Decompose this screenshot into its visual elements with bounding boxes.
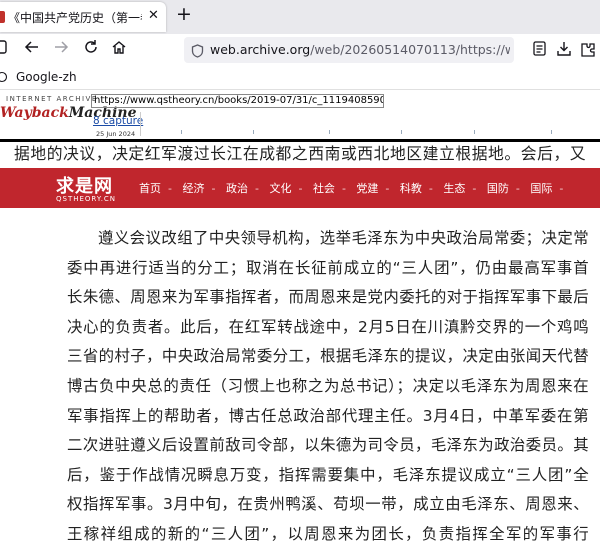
close-tab-icon[interactable]: ✕ xyxy=(148,8,159,23)
nav-science[interactable]: 科教 xyxy=(400,182,422,195)
sidebar-icon[interactable] xyxy=(0,39,8,59)
bookmark-google-zh[interactable]: Google-zh xyxy=(0,70,77,84)
download-icon[interactable] xyxy=(556,41,572,61)
globe-icon xyxy=(0,71,8,83)
nav-party[interactable]: 党建 xyxy=(356,182,378,195)
article-paragraph: 遵义会议改组了中央领导机构，选举毛泽东为中央政治局常委；决定常委中再进行适当的分… xyxy=(67,229,589,543)
nav-home[interactable]: 首页 xyxy=(139,182,161,195)
favicon-icon xyxy=(0,11,5,23)
reader-view-icon[interactable] xyxy=(533,41,547,61)
site-logo-subtitle: QSTHEORY.CN xyxy=(56,195,117,203)
capture-date: 25 Jun 2024 xyxy=(96,130,136,138)
tab-title: 《中国共产党历史（第一卷）上 xyxy=(8,11,142,25)
nav-economy[interactable]: 经济 xyxy=(182,182,204,195)
wayback-toolbar: INTERNET ARCHIVE WaybackMachine https://… xyxy=(0,90,600,142)
nav-international[interactable]: 国际 xyxy=(530,182,552,195)
nav-ecology[interactable]: 生态 xyxy=(443,182,465,195)
new-tab-button[interactable]: + xyxy=(176,3,192,25)
active-tab[interactable]: 《中国共产党历史（第一卷）上 ✕ xyxy=(0,2,166,32)
tab-strip: 《中国共产党历史（第一卷）上 ✕ + xyxy=(0,0,600,34)
back-icon[interactable] xyxy=(24,39,40,59)
reload-icon[interactable] xyxy=(83,39,99,59)
article-body: 遵义会议改组了中央领导机构，选举毛泽东为中央政治局常委；决定常委中再进行适当的分… xyxy=(67,224,589,552)
nav-defense[interactable]: 国防 xyxy=(487,182,509,195)
nav-society[interactable]: 社会 xyxy=(313,182,335,195)
site-header: 求是网 QSTHEORY.CN 首页 - 经济 - 政治 - 文化 - 社会 - 党建 - … xyxy=(0,168,600,208)
captures-link[interactable]: 8 capture xyxy=(93,115,143,127)
internet-archive-label: INTERNET ARCHIVE xyxy=(6,95,98,103)
navigation-bar: web.archive.org/web/20260514070113/https… xyxy=(0,34,600,66)
address-bar[interactable]: web.archive.org/web/20260514070113/https… xyxy=(184,37,514,63)
forward-icon[interactable] xyxy=(53,39,69,59)
url-text[interactable]: web.archive.org/web/20260514070113/https… xyxy=(210,42,510,57)
capture-timeline[interactable] xyxy=(140,112,596,136)
home-icon[interactable] xyxy=(111,39,127,59)
wayback-url-input[interactable]: https://www.qstheory.cn/books/2019-07/31… xyxy=(91,94,384,108)
nav-politics[interactable]: 政治 xyxy=(226,182,248,195)
shield-icon[interactable] xyxy=(191,43,204,62)
bookmarks-bar: Google-zh xyxy=(0,66,600,90)
nav-culture[interactable]: 文化 xyxy=(269,182,291,195)
article-previous-line: 据地的决议，决定红军渡过长江在成都之西南或西北地区建立根据地。会后，又 xyxy=(14,144,587,163)
site-nav: 首页 - 经济 - 政治 - 文化 - 社会 - 党建 - 科教 - 生态 - 国防 - 国际 - xyxy=(139,182,564,195)
extensions-icon[interactable] xyxy=(580,41,596,61)
